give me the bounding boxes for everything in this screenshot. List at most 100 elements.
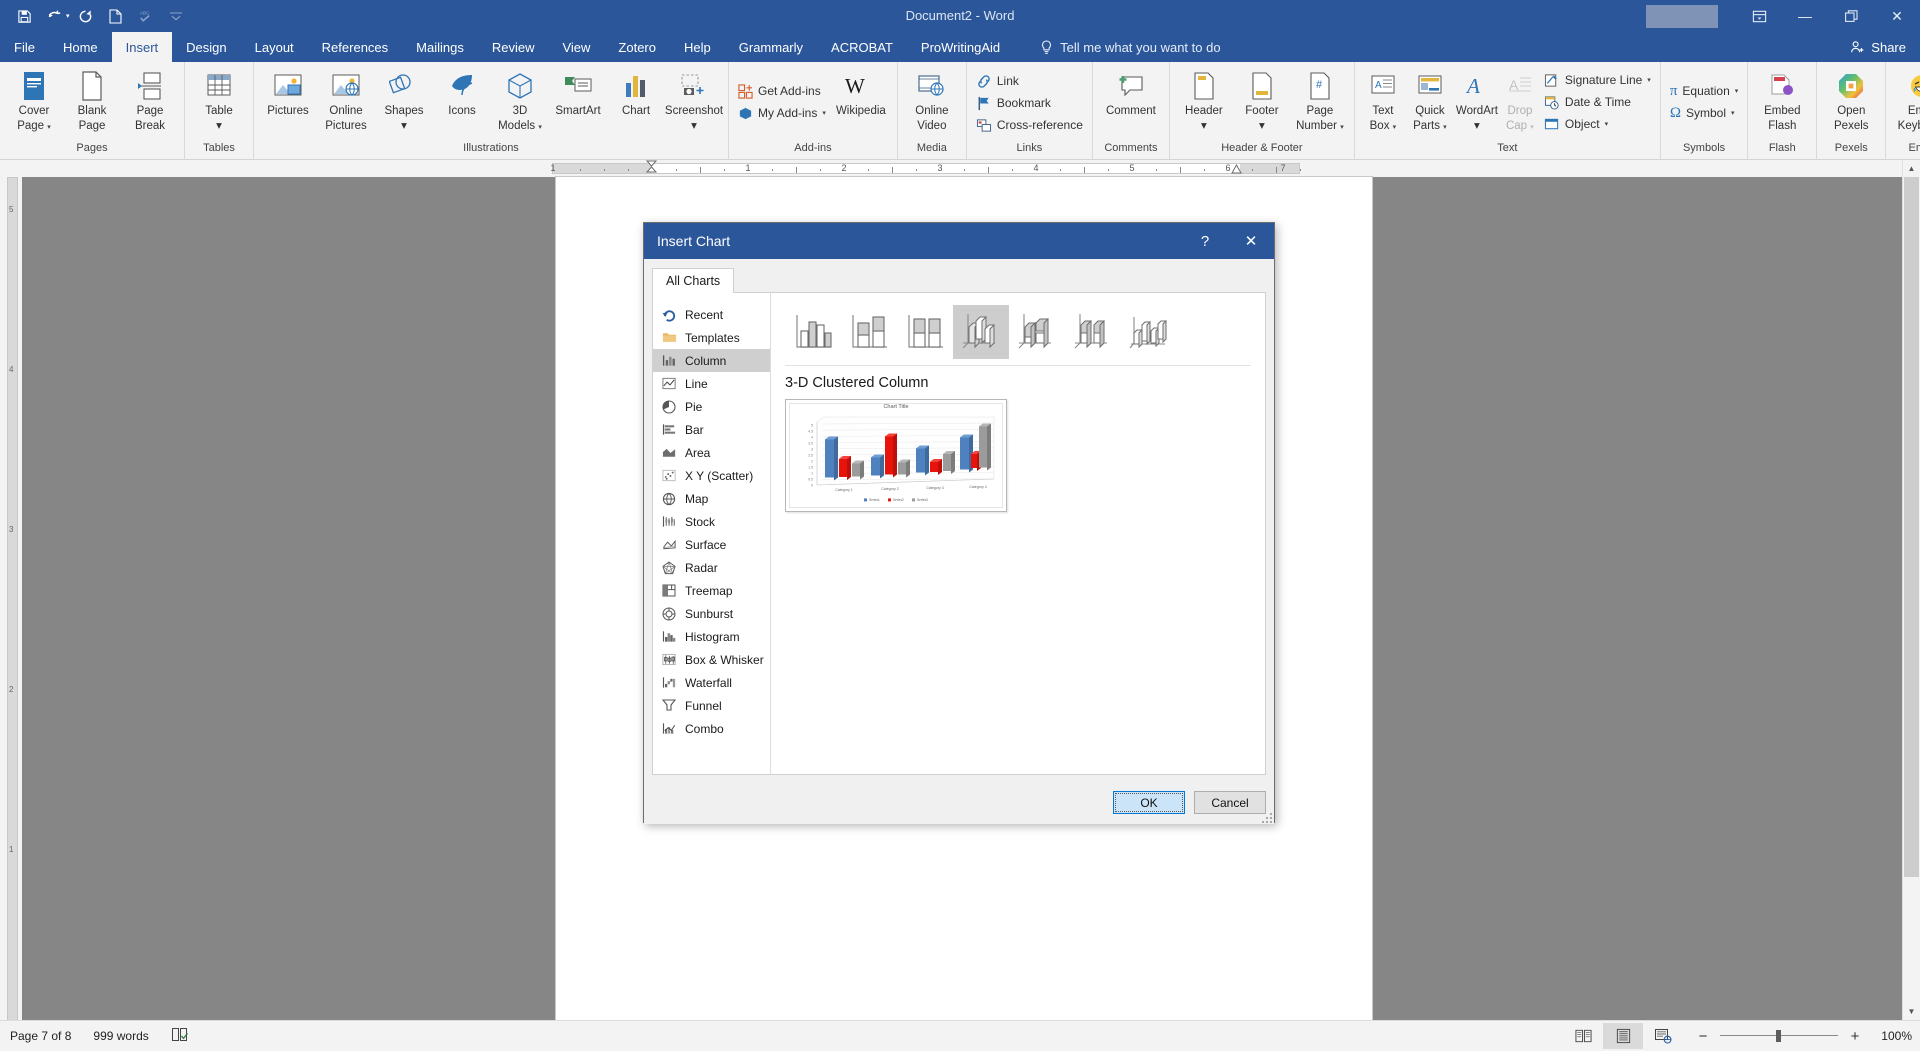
- 3d-models-button[interactable]: 3D Models ▾: [491, 66, 549, 136]
- footer-button[interactable]: Footer ▾: [1233, 66, 1291, 136]
- category-histogram[interactable]: Histogram: [653, 625, 770, 648]
- category-treemap[interactable]: Treemap: [653, 579, 770, 602]
- shapes-button[interactable]: Shapes ▾: [375, 66, 433, 136]
- category-stock[interactable]: Stock: [653, 510, 770, 533]
- cover-page-button[interactable]: Cover Page ▾: [5, 66, 63, 136]
- object-dropdown-caret[interactable]: ▾: [1605, 121, 1609, 128]
- indent-marker-icon[interactable]: [646, 160, 657, 177]
- zoom-control[interactable]: − + 100%: [1697, 1028, 1912, 1045]
- text-box-button[interactable]: A Text Box ▾: [1360, 66, 1406, 136]
- category-pie[interactable]: Pie: [653, 395, 770, 418]
- tab-insert[interactable]: Insert: [111, 32, 173, 62]
- category-column[interactable]: Column: [653, 349, 770, 372]
- header-button[interactable]: Header ▾: [1175, 66, 1233, 136]
- screenshot-dropdown-caret[interactable]: ▾: [691, 120, 697, 133]
- quick-parts-button[interactable]: Quick Parts ▾: [1406, 66, 1454, 136]
- signature-line-button[interactable]: Signature Line ▾: [1540, 69, 1655, 91]
- category-funnel[interactable]: Funnel: [653, 694, 770, 717]
- scroll-down-arrow-icon[interactable]: ▼: [1903, 1003, 1920, 1020]
- tab-layout[interactable]: Layout: [241, 32, 308, 62]
- drop-cap-button[interactable]: A Drop Cap ▾: [1500, 66, 1540, 136]
- open-pexels-button[interactable]: Open Pexels: [1822, 66, 1880, 136]
- web-layout-view-button[interactable]: [1643, 1023, 1683, 1049]
- page-break-button[interactable]: Page Break: [121, 66, 179, 136]
- chart-preview[interactable]: Chart Title 5 4.5 4 3.5 3 2.5 2 1.5 1 0.…: [785, 399, 1007, 512]
- tab-prowritingaid[interactable]: ProWritingAid: [907, 32, 1014, 62]
- zoom-in-button[interactable]: +: [1849, 1028, 1861, 1045]
- online-pictures-button[interactable]: Online Pictures: [317, 66, 375, 136]
- my-addins-dropdown-caret[interactable]: ▾: [822, 110, 826, 117]
- tab-design[interactable]: Design: [172, 32, 240, 62]
- ok-button[interactable]: OK: [1113, 791, 1185, 814]
- online-video-button[interactable]: Online Video: [903, 66, 961, 136]
- subtype-100-stacked-column[interactable]: [897, 305, 953, 359]
- tell-me-search[interactable]: Tell me what you want to do: [1014, 32, 1221, 62]
- dialog-close-button[interactable]: ✕: [1228, 223, 1274, 259]
- category-sunburst[interactable]: Sunburst: [653, 602, 770, 625]
- category-combo[interactable]: Combo: [653, 717, 770, 740]
- wordart-button[interactable]: A WordArt ▾: [1454, 66, 1500, 136]
- insert-chart-dialog[interactable]: Insert Chart ? ✕ All Charts Recent Templ…: [643, 222, 1275, 824]
- tab-home[interactable]: Home: [49, 32, 112, 62]
- zoom-slider-handle[interactable]: [1776, 1030, 1781, 1042]
- pictures-button[interactable]: Pictures: [259, 66, 317, 136]
- restore-button[interactable]: [1828, 0, 1874, 32]
- shapes-dropdown-caret[interactable]: ▾: [401, 120, 407, 133]
- page-number-button[interactable]: # Page Number ▾: [1291, 66, 1349, 136]
- category-area[interactable]: Area: [653, 441, 770, 464]
- category-map[interactable]: Map: [653, 487, 770, 510]
- category-templates[interactable]: Templates: [653, 326, 770, 349]
- subtype-stacked-column[interactable]: [841, 305, 897, 359]
- icons-button[interactable]: Icons: [433, 66, 491, 136]
- share-button[interactable]: Share: [1850, 32, 1906, 62]
- subtype-3d-column[interactable]: [1121, 305, 1177, 359]
- embed-flash-button[interactable]: Embed Flash: [1753, 66, 1811, 136]
- signature-line-dropdown-caret[interactable]: ▾: [1647, 77, 1651, 84]
- dialog-help-button[interactable]: ?: [1182, 223, 1228, 259]
- zoom-out-button[interactable]: −: [1697, 1028, 1709, 1045]
- page-indicator[interactable]: Page 7 of 8: [10, 1029, 71, 1043]
- symbol-dropdown-caret[interactable]: ▾: [1731, 110, 1735, 117]
- tab-acrobat[interactable]: ACROBAT: [817, 32, 907, 62]
- tab-file[interactable]: File: [0, 32, 49, 62]
- category-bar[interactable]: Bar: [653, 418, 770, 441]
- word-count[interactable]: 999 words: [93, 1029, 148, 1043]
- print-layout-view-button[interactable]: [1603, 1023, 1643, 1049]
- category-radar[interactable]: Radar: [653, 556, 770, 579]
- smartart-button[interactable]: SmartArt: [549, 66, 607, 136]
- category-box-whisker[interactable]: Box & Whisker: [653, 648, 770, 671]
- category-recent[interactable]: Recent: [653, 303, 770, 326]
- right-indent-marker-icon[interactable]: [1231, 164, 1242, 175]
- scroll-up-arrow-icon[interactable]: ▲: [1903, 160, 1920, 177]
- table-dropdown-caret[interactable]: ▾: [216, 120, 222, 133]
- blank-page-button[interactable]: Blank Page: [63, 66, 121, 136]
- tab-help[interactable]: Help: [670, 32, 725, 62]
- cancel-button[interactable]: Cancel: [1194, 791, 1266, 814]
- close-button[interactable]: ✕: [1874, 0, 1920, 32]
- comment-button[interactable]: Comment: [1098, 66, 1164, 136]
- proofing-icon[interactable]: [171, 1027, 189, 1045]
- chart-category-list[interactable]: Recent Templates Column Line Pie Bar Are…: [653, 293, 771, 774]
- equation-button[interactable]: π Equation ▾: [1666, 80, 1742, 102]
- emoji-keyboard-button[interactable]: Emoji Keyboard: [1891, 66, 1920, 136]
- subtype-3d-stacked-column[interactable]: [1009, 305, 1065, 359]
- scrollbar-thumb[interactable]: [1904, 177, 1919, 877]
- get-addins-button[interactable]: Get Add-ins: [734, 80, 830, 102]
- tab-references[interactable]: References: [308, 32, 402, 62]
- cross-reference-button[interactable]: Cross-reference: [972, 114, 1087, 136]
- dialog-resize-grip[interactable]: [1260, 811, 1272, 823]
- chart-button[interactable]: Chart: [607, 66, 665, 136]
- equation-dropdown-caret[interactable]: ▾: [1735, 88, 1739, 95]
- screenshot-button[interactable]: Screenshot ▾: [665, 66, 723, 136]
- tab-all-charts[interactable]: All Charts: [652, 268, 735, 294]
- category-scatter[interactable]: X Y (Scatter): [653, 464, 770, 487]
- tab-view[interactable]: View: [548, 32, 604, 62]
- category-line[interactable]: Line: [653, 372, 770, 395]
- footer-dropdown-caret[interactable]: ▾: [1259, 120, 1265, 133]
- minimize-button[interactable]: —: [1782, 0, 1828, 32]
- header-dropdown-caret[interactable]: ▾: [1201, 120, 1207, 133]
- horizontal-ruler[interactable]: L 1 1 2 3 4 5 6 7: [0, 160, 1920, 333]
- tab-mailings[interactable]: Mailings: [402, 32, 478, 62]
- subtype-3d-100-stacked-column[interactable]: [1065, 305, 1121, 359]
- ribbon-display-options-icon[interactable]: [1736, 0, 1782, 32]
